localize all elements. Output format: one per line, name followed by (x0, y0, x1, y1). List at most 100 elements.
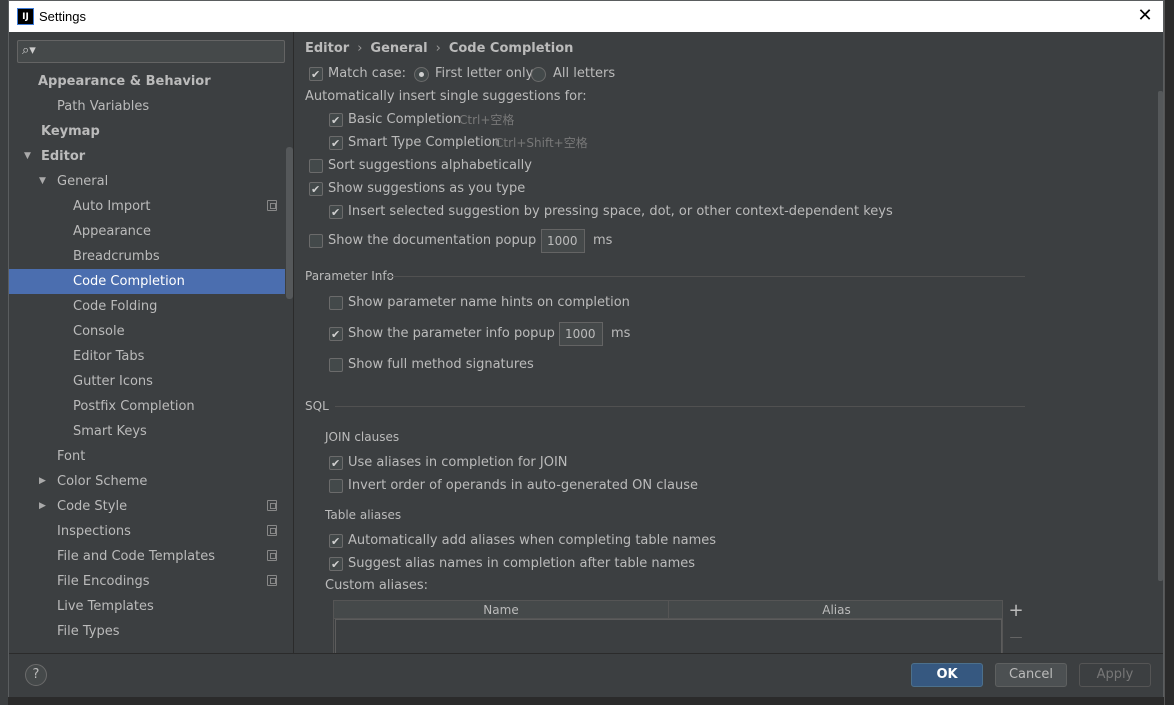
close-icon[interactable]: ✕ (1133, 5, 1157, 27)
panel-scrollbar[interactable] (1158, 91, 1163, 581)
add-alias-icon[interactable]: + (1006, 602, 1026, 622)
use-aliases-join-checkbox[interactable] (329, 454, 343, 474)
tree-item-auto-import[interactable]: Auto Import (9, 194, 285, 219)
dialog-button-bar: ? OK Cancel Apply (9, 653, 1163, 697)
tree-item-label: Inspections (57, 524, 131, 539)
full-signatures-row: Show full method signatures (329, 355, 729, 375)
suggest-alias-names-checkbox[interactable] (329, 555, 343, 575)
expand-arrow-right-icon[interactable]: ▶ (39, 469, 49, 494)
match-case-checkbox[interactable] (309, 65, 323, 85)
tree-item-label: File and Code Templates (57, 549, 215, 564)
tree-item-editor-tabs[interactable]: Editor Tabs (9, 344, 285, 369)
table-body[interactable] (335, 619, 1002, 653)
breadcrumb-editor[interactable]: Editor (305, 41, 349, 56)
ok-button[interactable]: OK (911, 663, 983, 687)
expand-arrow-down-icon[interactable]: ▼ (39, 169, 49, 194)
use-aliases-join-label: Use aliases in completion for JOIN (348, 455, 568, 470)
tree-item-file-and-code-templates[interactable]: File and Code Templates (9, 544, 285, 569)
tree-item-label: Color Scheme (57, 474, 148, 489)
breadcrumb-general[interactable]: General (370, 41, 427, 56)
tree-item-label: General (57, 174, 109, 189)
all-letters-radio[interactable] (531, 67, 546, 82)
info-popup-unit: ms (611, 326, 631, 341)
tree-item-inspections[interactable]: Inspections (9, 519, 285, 544)
tree-item-gutter-icons[interactable]: Gutter Icons (9, 369, 285, 394)
match-case-label: Match case: (328, 66, 407, 81)
suggest-alias-names-row: Suggest alias names in completion after … (329, 554, 829, 575)
smart-type-completion-row: Smart Type Completion Ctrl+Shift+空格 (329, 133, 729, 154)
tree-item-console[interactable]: Console (9, 319, 285, 344)
info-popup-delay-input[interactable] (559, 322, 603, 346)
settings-search-input[interactable]: ⌕▾ (17, 40, 285, 63)
show-as-you-type-row: Show suggestions as you type (309, 179, 709, 200)
basic-completion-shortcut: Ctrl+空格 (459, 113, 515, 127)
tree-item-label: Editor Tabs (73, 349, 145, 364)
name-hints-checkbox[interactable] (329, 296, 343, 310)
ide-background-right (1164, 0, 1174, 705)
table-aliases-title: Table aliases (325, 508, 402, 522)
tree-item-label: Breadcrumbs (73, 249, 160, 264)
tree-item-appearance[interactable]: Appearance (9, 219, 285, 244)
full-signatures-checkbox[interactable] (329, 358, 343, 372)
match-case-row: Match case: First letter only All letter… (309, 64, 709, 85)
invert-order-checkbox[interactable] (329, 479, 343, 493)
tree-item-appearance-behavior[interactable]: Appearance & Behavior (9, 69, 285, 94)
tree-item-font[interactable]: Font (9, 444, 285, 469)
project-scope-icon (267, 525, 277, 536)
tree-item-general[interactable]: ▼ General (9, 169, 285, 194)
apply-button[interactable]: Apply (1079, 663, 1151, 687)
cancel-button[interactable]: Cancel (995, 663, 1067, 687)
tree-item-code-folding[interactable]: Code Folding (9, 294, 285, 319)
tree-item-breadcrumbs[interactable]: Breadcrumbs (9, 244, 285, 269)
auto-add-aliases-label: Automatically add aliases when completin… (348, 533, 717, 548)
first-letter-only-radio[interactable] (414, 67, 429, 82)
settings-dialog: IJ Settings ✕ ⌕▾ Appearance & Behavior Pa… (8, 0, 1164, 697)
tree-item-postfix-completion[interactable]: Postfix Completion (9, 394, 285, 419)
smart-type-completion-checkbox[interactable] (329, 134, 343, 154)
info-popup-checkbox[interactable] (329, 325, 343, 345)
code-completion-panel: Editor › General › Code Completion Match cas… (295, 32, 1163, 653)
basic-completion-row: Basic Completion Ctrl+空格 (329, 110, 729, 131)
tree-item-live-templates[interactable]: Live Templates (9, 594, 285, 619)
full-signatures-label: Show full method signatures (348, 357, 534, 372)
basic-completion-checkbox[interactable] (329, 111, 343, 131)
tree-item-path-variables[interactable]: Path Variables (9, 94, 285, 119)
tree-item-file-encodings[interactable]: File Encodings (9, 569, 285, 594)
first-letter-only-label: First letter only (435, 66, 534, 81)
window-title: Settings (39, 9, 86, 24)
show-as-you-type-checkbox[interactable] (309, 180, 323, 200)
insert-selected-label: Insert selected suggestion by pressing s… (348, 204, 893, 219)
expand-arrow-down-icon[interactable]: ▼ (24, 144, 34, 169)
use-aliases-join-row: Use aliases in completion for JOIN (329, 453, 729, 474)
remove-alias-icon[interactable]: — (1006, 629, 1026, 649)
help-button[interactable]: ? (25, 664, 47, 686)
tree-item-file-types[interactable]: File Types (9, 619, 285, 644)
tree-item-keymap[interactable]: Keymap (9, 119, 285, 144)
project-scope-icon (267, 575, 277, 586)
doc-popup-unit: ms (593, 233, 613, 248)
tree-item-color-scheme[interactable]: ▶ Color Scheme (9, 469, 285, 494)
doc-popup-checkbox[interactable] (309, 234, 323, 248)
suggest-alias-names-label: Suggest alias names in completion after … (348, 556, 696, 571)
insert-selected-checkbox[interactable] (329, 203, 343, 223)
tree-item-label: Editor (41, 149, 86, 164)
column-header-name[interactable]: Name (334, 601, 669, 619)
column-header-alias[interactable]: Alias (669, 601, 1004, 619)
tree-scrollbar[interactable] (286, 147, 293, 299)
breadcrumb-separator: › (357, 41, 363, 56)
sort-alpha-label: Sort suggestions alphabetically (328, 158, 532, 173)
tree-item-code-style[interactable]: ▶ Code Style (9, 494, 285, 519)
tree-item-editor[interactable]: ▼ Editor (9, 144, 285, 169)
project-scope-icon (267, 500, 277, 511)
auto-add-aliases-checkbox[interactable] (329, 532, 343, 552)
search-icon[interactable]: ⌕▾ (22, 43, 36, 58)
doc-popup-delay-input[interactable] (541, 229, 585, 253)
expand-arrow-right-icon[interactable]: ▶ (39, 494, 49, 519)
parameter-info-title: Parameter Info (305, 269, 394, 283)
tree-item-code-completion[interactable]: Code Completion (9, 269, 285, 294)
tree-item-smart-keys[interactable]: Smart Keys (9, 419, 285, 444)
breadcrumb: Editor › General › Code Completion (305, 41, 573, 56)
name-hints-label: Show parameter name hints on completion (348, 295, 630, 310)
tree-item-label: Appearance & Behavior (38, 74, 211, 89)
sort-alpha-checkbox[interactable] (309, 159, 323, 173)
